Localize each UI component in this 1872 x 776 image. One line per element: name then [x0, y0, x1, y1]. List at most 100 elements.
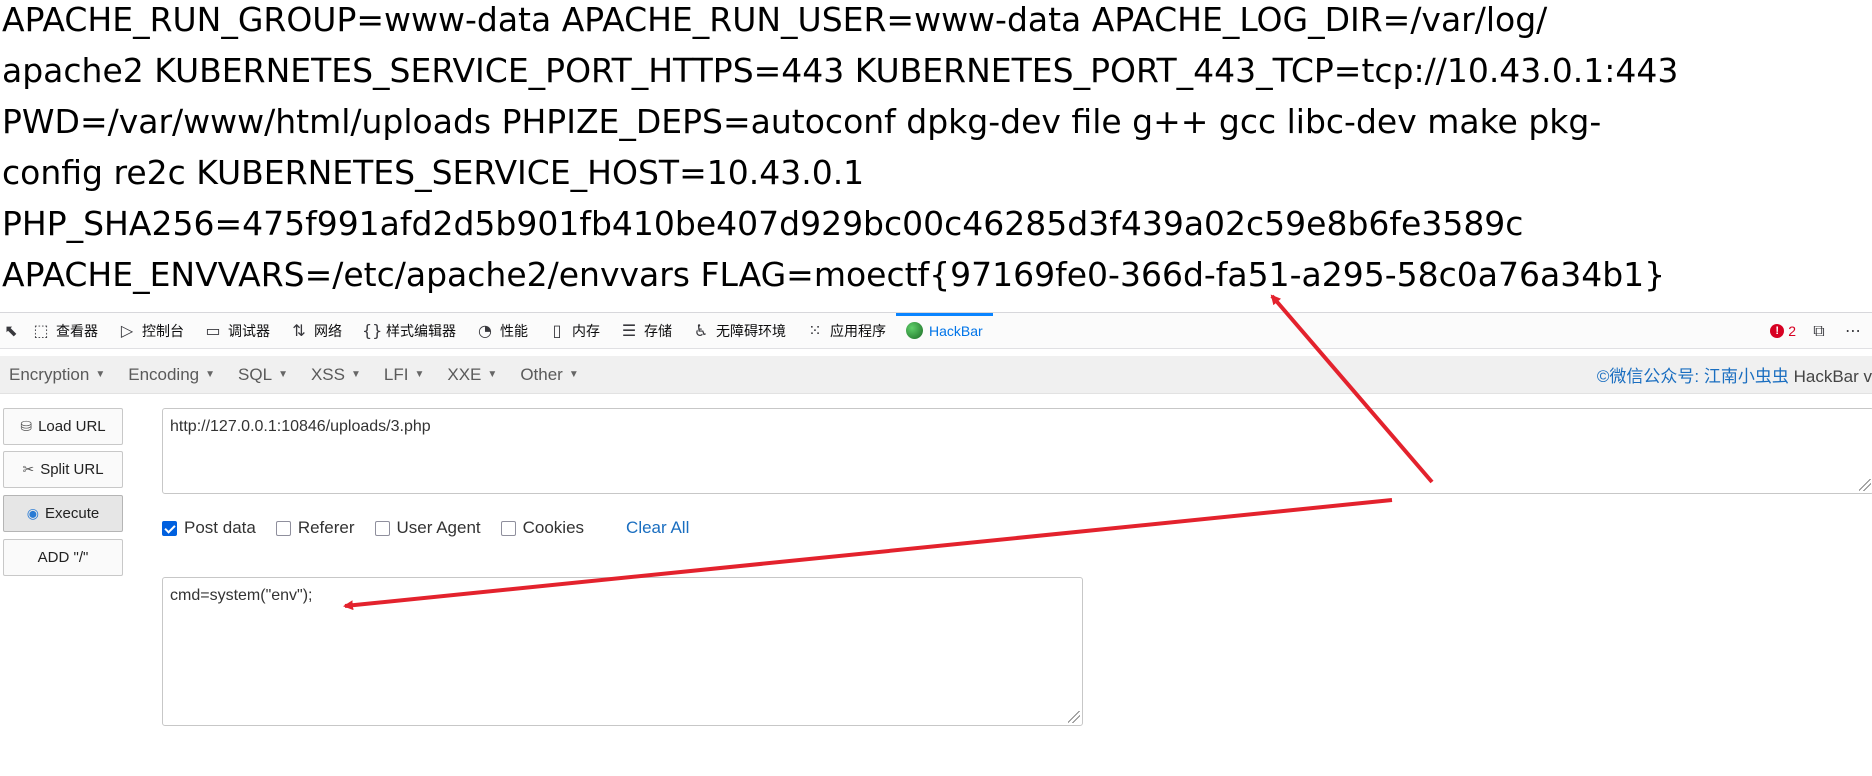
memory-icon: ▯ — [552, 321, 562, 340]
caret-down-icon: ▼ — [278, 369, 288, 380]
menu-label: Encoding — [128, 364, 200, 384]
credit-version: HackBar v — [1788, 367, 1872, 386]
referer-checkbox[interactable] — [275, 520, 291, 536]
menu-xxe[interactable]: XXE ▼ — [438, 365, 511, 385]
hackbar-credit: ©微信公众号: 江南小虫虫 HackBar v — [1597, 362, 1872, 387]
menu-label: Encryption — [9, 364, 90, 384]
execute-icon: ◉ — [26, 505, 39, 522]
menu-sql[interactable]: SQL ▼ — [229, 365, 302, 385]
tab-console[interactable]: ▷ 控制台 — [108, 313, 194, 349]
url-value: http://127.0.0.1:10846/uploads/3.php — [170, 418, 431, 435]
menu-encoding[interactable]: Encoding ▼ — [119, 365, 229, 385]
tab-accessibility[interactable]: ♿ 无障碍环境 — [682, 313, 796, 349]
split-url-button[interactable]: ✂ Split URL — [3, 451, 123, 488]
tab-label: 样式编辑器 — [386, 322, 456, 339]
error-icon: ! — [1770, 323, 1785, 338]
hackbar-icon — [906, 322, 923, 339]
tab-label: 无障碍环境 — [716, 322, 786, 339]
resize-grip-icon[interactable] — [1068, 711, 1080, 723]
tab-network[interactable]: ⇅ 网络 — [280, 313, 352, 349]
tab-label: 性能 — [500, 322, 528, 339]
menu-lfi[interactable]: LFI ▼ — [375, 365, 438, 385]
network-icon: ⇅ — [292, 321, 306, 340]
output-line: APACHE_RUN_GROUP=www-data APACHE_RUN_USE… — [2, 0, 1548, 39]
output-line: PWD=/var/www/html/uploads PHPIZE_DEPS=au… — [2, 102, 1602, 141]
more-options-icon[interactable]: ⋯ — [1842, 321, 1864, 340]
debugger-icon: ▭ — [205, 321, 221, 340]
option-label: Cookies — [522, 518, 585, 537]
error-count: 2 — [1788, 322, 1796, 339]
user-agent-checkbox[interactable] — [374, 520, 390, 536]
menu-label: Other — [520, 364, 563, 384]
load-url-button[interactable]: ⛁ Load URL — [3, 408, 123, 445]
menu-label: SQL — [238, 364, 273, 384]
button-label: ADD "/" — [37, 549, 89, 566]
inspector-icon: ⬚ — [33, 321, 49, 340]
tab-hackbar[interactable]: HackBar — [896, 312, 993, 349]
button-label: Split URL — [40, 461, 104, 478]
error-count-badge[interactable]: ! 2 — [1770, 323, 1796, 339]
tab-label: 存储 — [644, 322, 672, 339]
devtools-right-controls: ! 2 ⧉ ⋯ — [1770, 321, 1872, 341]
tab-style-editor[interactable]: {} 样式编辑器 — [352, 313, 466, 349]
post-data-value: cmd=system("env"); — [170, 587, 313, 604]
post-data-option[interactable]: Post data — [162, 518, 256, 538]
tab-application[interactable]: ⁙ 应用程序 — [796, 313, 896, 349]
post-data-input[interactable]: cmd=system("env"); — [162, 577, 1083, 726]
caret-down-icon: ▼ — [351, 369, 361, 380]
tab-performance[interactable]: ◔ 性能 — [466, 313, 538, 349]
caret-down-icon: ▼ — [414, 369, 425, 380]
option-label: User Agent — [396, 518, 481, 537]
menu-xss[interactable]: XSS ▼ — [302, 365, 375, 385]
user-agent-option[interactable]: User Agent — [374, 518, 481, 538]
cookies-option[interactable]: Cookies — [500, 518, 585, 538]
menu-other[interactable]: Other ▼ — [511, 365, 592, 385]
element-picker-icon[interactable]: ⬉ — [0, 321, 22, 340]
caret-down-icon: ▼ — [95, 369, 106, 380]
caret-down-icon: ▼ — [205, 369, 216, 380]
cookies-checkbox[interactable] — [500, 520, 516, 536]
tab-memory[interactable]: ▯ 内存 — [538, 313, 610, 349]
request-options: Post data Referer User Agent Cookies Cle… — [162, 516, 689, 540]
tab-debugger[interactable]: ▭ 调试器 — [194, 313, 280, 349]
console-icon: ▷ — [120, 321, 134, 340]
accessibility-icon: ♿ — [693, 321, 709, 340]
option-label: Referer — [297, 518, 355, 537]
load-url-icon: ⛁ — [20, 418, 33, 435]
tab-label: 内存 — [572, 322, 600, 339]
execute-button[interactable]: ◉ Execute — [3, 495, 123, 532]
tab-label: HackBar — [929, 322, 983, 339]
output-line-flag: APACHE_ENVVARS=/etc/apache2/envvars FLAG… — [2, 255, 1666, 294]
button-label: Execute — [45, 505, 100, 522]
url-input[interactable]: http://127.0.0.1:10846/uploads/3.php — [162, 408, 1872, 494]
tab-inspector[interactable]: ⬚ 查看器 — [22, 313, 108, 349]
tab-storage[interactable]: ☰ 存储 — [610, 313, 682, 349]
tab-label: 应用程序 — [830, 322, 886, 339]
application-icon: ⁙ — [808, 321, 822, 340]
performance-icon: ◔ — [478, 321, 492, 340]
split-url-icon: ✂ — [22, 461, 35, 478]
resize-grip-icon[interactable] — [1859, 479, 1871, 491]
post-data-checkbox[interactable] — [162, 520, 177, 536]
style-editor-icon: {} — [362, 321, 383, 340]
option-label: Post data — [184, 518, 256, 537]
menu-encryption[interactable]: Encryption ▼ — [0, 365, 119, 385]
menu-label: XSS — [310, 364, 345, 384]
tab-label: 查看器 — [56, 322, 98, 339]
caret-down-icon: ▼ — [487, 369, 498, 380]
responsive-design-icon[interactable]: ⧉ — [1808, 321, 1830, 341]
credit-author: ©微信公众号: 江南小虫虫 — [1596, 367, 1789, 386]
output-line: config re2c KUBERNETES_SERVICE_HOST=10.4… — [2, 153, 865, 192]
tab-label: 控制台 — [142, 322, 184, 339]
referer-option[interactable]: Referer — [275, 518, 355, 538]
hackbar-menu: Encryption ▼ Encoding ▼ SQL ▼ XSS ▼ LFI ▼ XXE… — [0, 356, 1872, 394]
clear-all-link[interactable]: Clear All — [626, 518, 689, 538]
page-output: APACHE_RUN_GROUP=www-data APACHE_RUN_USE… — [2, 0, 1870, 294]
storage-icon: ☰ — [621, 321, 637, 340]
tab-label: 调试器 — [228, 322, 270, 339]
add-slash-button[interactable]: ADD "/" — [3, 539, 123, 576]
tab-label: 网络 — [314, 322, 342, 339]
button-label: Load URL — [38, 418, 106, 435]
menu-label: LFI — [383, 364, 409, 384]
caret-down-icon: ▼ — [568, 369, 579, 380]
